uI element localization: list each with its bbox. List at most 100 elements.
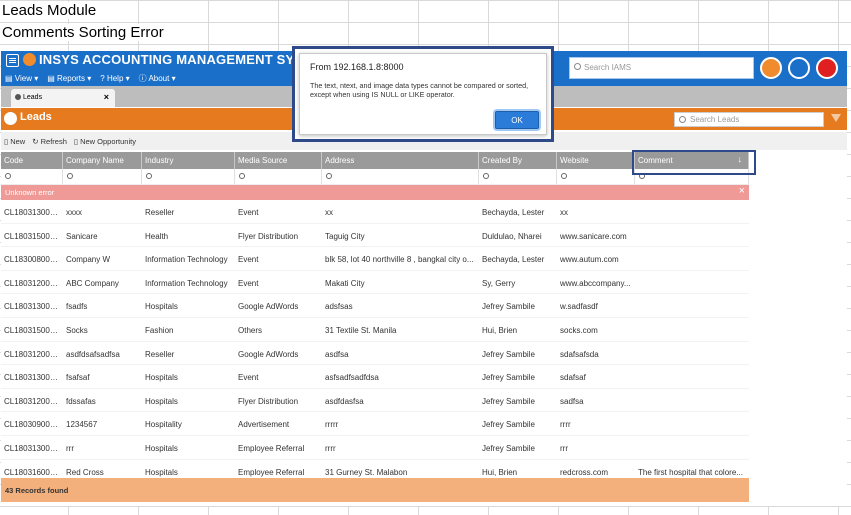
close-tab-icon[interactable]: × (104, 92, 109, 102)
table-row[interactable]: CL180315000... Sanicare Health Flyer Distri… (1, 224, 749, 248)
table-cell: Reseller (145, 208, 175, 217)
app-logo-icon (23, 53, 36, 66)
table-cell: www.abccompany... (560, 278, 631, 288)
user-icon[interactable] (816, 57, 838, 79)
table-cell (635, 365, 749, 388)
search-icon (67, 173, 73, 179)
table-cell: w.sadfasdf (560, 302, 598, 312)
hamburger-menu-icon[interactable] (6, 54, 19, 67)
table-cell: CL180312000... (4, 396, 61, 406)
filter-cell[interactable] (1, 169, 63, 184)
table-row[interactable]: CL180312000... asdfdsafsadfsa Reseller Goog… (1, 342, 749, 366)
column-header-media-source[interactable]: Media Source (235, 152, 322, 169)
table-cell: Event (238, 278, 259, 288)
table-cell: rrrr (560, 420, 571, 430)
table-cell: CL180309000... (4, 420, 61, 430)
table-cell: Bechayda, Lester (482, 208, 545, 217)
table-cell: 31 Textile St. Manila (325, 325, 397, 335)
leads-tab-icon (15, 94, 21, 100)
caption-module: Leads Module (2, 2, 103, 19)
table-cell: Google AdWords (238, 302, 299, 312)
table-row[interactable]: CL180313000... xxxx Reseller Event xx Bechayd… (1, 200, 749, 224)
table-row[interactable]: CL183008000... Company W Information Techn… (1, 247, 749, 271)
table-cell: CL180315000... (4, 325, 61, 335)
table-row[interactable]: CL180315000... Socks Fashion Others 31 Texti… (1, 318, 749, 342)
list-icon[interactable] (788, 57, 810, 79)
table-cell: sadfsa (560, 396, 584, 406)
table-cell: xx (560, 208, 568, 217)
column-header-industry[interactable]: Industry (142, 152, 235, 169)
table-cell: Information Technology (145, 255, 228, 265)
column-header-company[interactable]: Company Name (63, 152, 142, 169)
column-header-website[interactable]: Website (557, 152, 635, 169)
menu-view[interactable]: ▤ View ▾ (5, 74, 38, 83)
table-cell: Jefrey Sambile (482, 396, 535, 406)
grid-body: CL180313000... xxxx Reseller Event xx Bechayd… (1, 200, 749, 484)
table-cell (635, 224, 749, 247)
table-cell: Employee Referral (238, 443, 305, 453)
leads-search-input[interactable]: Search Leads (674, 112, 824, 127)
table-row[interactable]: CL180309000... 1234567 Hospitality Advertis… (1, 412, 749, 436)
table-cell: blk 58, lot 40 northville 8 , bangkal ci… (325, 255, 474, 265)
table-row[interactable]: CL180312000... ABC Company Information Tec… (1, 271, 749, 295)
error-banner: Unknown error × (1, 185, 749, 200)
clock-icon[interactable] (760, 57, 782, 79)
search-icon (561, 173, 567, 179)
table-cell: Duldulao, Nharei (482, 231, 542, 241)
filter-cell[interactable] (142, 169, 235, 184)
alert-highlight-frame: From 192.168.1.8:8000 The text, ntext, a… (292, 46, 554, 142)
filter-cell[interactable] (322, 169, 479, 184)
column-header-address[interactable]: Address (322, 152, 479, 169)
records-footer: 43 Records found (1, 478, 749, 502)
table-cell: asdfdsafsadfsa (66, 349, 120, 359)
table-cell (635, 318, 749, 341)
filter-cell[interactable] (557, 169, 635, 184)
table-cell: xxxx (66, 208, 82, 217)
close-error-icon[interactable]: × (739, 185, 745, 197)
table-cell: Makati City (325, 278, 365, 288)
filter-icon[interactable] (831, 114, 841, 122)
search-icon (5, 173, 11, 179)
table-cell (635, 247, 749, 270)
table-cell: Information Technology (145, 278, 228, 288)
table-cell: Jefrey Sambile (482, 349, 535, 359)
refresh-button[interactable]: ↻ Refresh (32, 137, 67, 146)
table-cell: Hospitals (145, 302, 178, 312)
right-pane (749, 151, 847, 506)
table-cell: rrrr (325, 443, 336, 453)
table-row[interactable]: CL180313000... fsafsaf Hospitals Event asfsa… (1, 365, 749, 389)
table-cell (635, 389, 749, 412)
menu-about[interactable]: ⓘ About ▾ (139, 73, 176, 84)
table-cell: socks.com (560, 325, 598, 335)
table-cell: Jefrey Sambile (482, 302, 535, 312)
menu-reports[interactable]: ▤ Reports ▾ (47, 74, 91, 83)
menu-help[interactable]: ? Help ▾ (100, 74, 129, 83)
new-opportunity-button[interactable]: ▯ New Opportunity (74, 137, 136, 146)
table-cell (635, 294, 749, 317)
table-cell: Hospitals (145, 396, 178, 406)
column-header-code[interactable]: Code (1, 152, 63, 169)
tab-leads[interactable]: Leads × (11, 89, 115, 107)
global-search-input[interactable]: Search IAMS (569, 57, 754, 79)
table-cell: Jefrey Sambile (482, 420, 535, 430)
filter-cell[interactable] (235, 169, 322, 184)
table-row[interactable]: CL180313000... rrr Hospitals Employee Refer… (1, 436, 749, 460)
column-header-created-by[interactable]: Created By (479, 152, 557, 169)
table-cell: Hospitals (145, 373, 178, 383)
comment-column-highlight (632, 150, 756, 175)
table-cell: Reseller (145, 349, 175, 359)
ok-button[interactable]: OK (495, 111, 539, 129)
table-cell (635, 436, 749, 459)
table-cell: ABC Company (66, 278, 119, 288)
leads-title: Leads (20, 111, 52, 123)
table-row[interactable]: CL180313000... fsadfs Hospitals Google AdWo… (1, 294, 749, 318)
leads-grid: Code Company Name Industry Media Source … (1, 152, 749, 484)
search-icon (239, 173, 245, 179)
table-row[interactable]: CL180312000... fdssafas Hospitals Flyer Dis… (1, 389, 749, 413)
table-cell: asdfsa (325, 349, 349, 359)
new-button[interactable]: ▯ New (4, 137, 25, 146)
filter-cell[interactable] (479, 169, 557, 184)
table-cell: CL180312000... (4, 278, 61, 288)
table-cell: CL180313000... (4, 373, 61, 383)
filter-cell[interactable] (63, 169, 142, 184)
